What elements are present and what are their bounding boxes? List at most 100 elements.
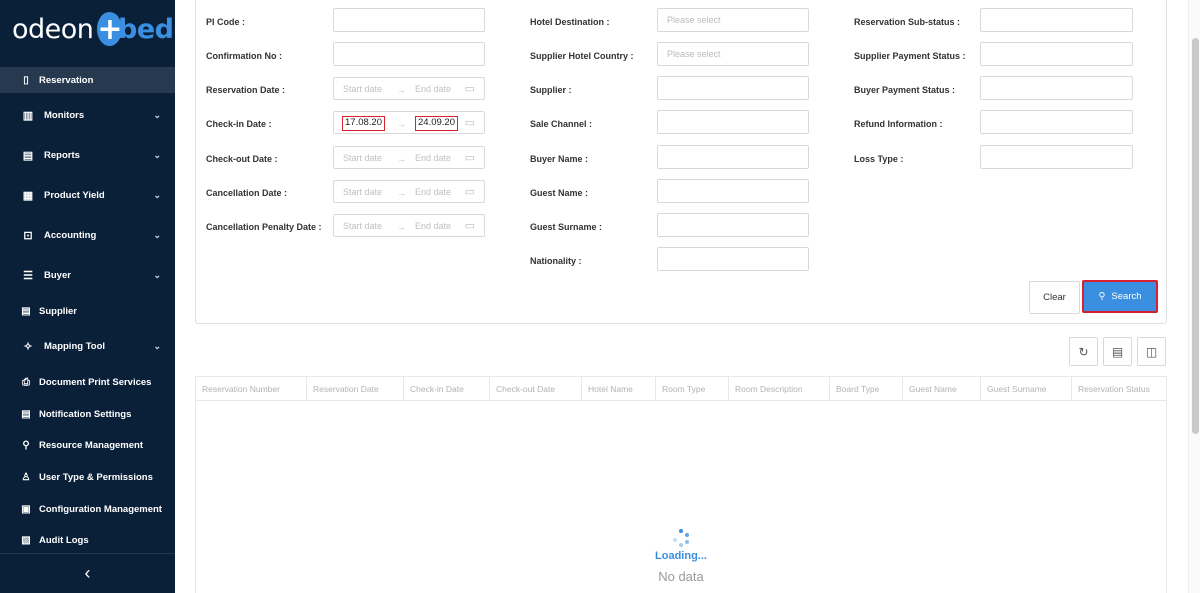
column-header[interactable]: Reservation Number [196, 377, 307, 401]
cancellation-penalty-date-range[interactable]: Start date → End date ▭ [333, 214, 485, 237]
supplier-hotel-country-select[interactable]: Please select [657, 42, 809, 66]
sidebar-item-label: Supplier [39, 305, 78, 317]
column-header[interactable]: Hotel Name [582, 377, 656, 401]
reservation-sub-status-input[interactable] [980, 8, 1133, 32]
chevron-down-icon: ⌄ [153, 109, 161, 120]
buyer-payment-status-label: Buyer Payment Status : [854, 85, 956, 95]
sale-channel-input[interactable] [657, 110, 809, 134]
building-icon: ▤ [21, 305, 31, 317]
column-header[interactable]: Guest Surname [981, 377, 1072, 401]
end-date-placeholder: End date [415, 84, 452, 94]
column-header[interactable]: Reservation Status [1072, 377, 1166, 401]
search-button[interactable]: ⚲ Search [1082, 280, 1158, 313]
nationality-label: Nationality : [530, 256, 582, 266]
confirmation-no-input[interactable] [333, 42, 485, 66]
hotel-destination-select[interactable]: Please select [657, 8, 809, 32]
pin-icon: ✧ [23, 340, 33, 353]
clear-button[interactable]: Clear [1029, 281, 1080, 314]
refund-information-input[interactable] [980, 110, 1133, 134]
report-icon: ▦ [22, 189, 34, 202]
sidebar-item-notification-settings[interactable]: ▤ Notification Settings [0, 401, 175, 427]
check-in-date-range[interactable]: 17.08.20 → 24.09.20 ▭ [333, 111, 485, 134]
cancellation-date-range[interactable]: Start date → End date ▭ [333, 180, 485, 203]
check-out-date-range[interactable]: Start date → End date ▭ [333, 146, 485, 169]
guest-name-input[interactable] [657, 179, 809, 203]
supplier-payment-status-input[interactable] [980, 42, 1133, 66]
sidebar-item-configuration-management[interactable]: ▣ Configuration Management [0, 496, 175, 522]
loading-text: Loading... [655, 550, 707, 562]
pi-code-input[interactable] [333, 8, 485, 32]
check-in-end-value[interactable]: 24.09.20 [415, 116, 458, 131]
page-scrollbar[interactable] [1188, 0, 1200, 593]
chevron-left-icon: ‹ [84, 563, 91, 583]
chevron-down-icon: ⌄ [153, 269, 161, 280]
supplier-label: Supplier : [530, 85, 572, 95]
export-excel-button[interactable]: ▤ [1103, 337, 1132, 366]
sidebar-item-label: Audit Logs [39, 534, 89, 546]
book-icon: ▤ [22, 149, 34, 162]
column-header[interactable]: Reservation Date [307, 377, 404, 401]
sidebar-item-accounting[interactable]: ⊡ Accounting ⌄ [0, 222, 175, 248]
sidebar-item-document-print-services[interactable]: ⎙ Document Print Services [0, 369, 175, 395]
arrow-right-icon: → [397, 119, 406, 129]
sidebar-item-reservation[interactable]: ▯ Reservation [0, 67, 175, 93]
table-header: Reservation Number Reservation Date Chec… [196, 377, 1166, 401]
sidebar-item-label: Reservation [39, 74, 94, 86]
log-icon: ▧ [21, 534, 31, 546]
document-icon: ▯ [23, 74, 29, 86]
sidebar-item-user-type-permissions[interactable]: ♙ User Type & Permissions [0, 464, 175, 490]
cancellation-penalty-date-label: Cancellation Penalty Date : [206, 222, 322, 232]
column-header[interactable]: Board Type [830, 377, 903, 401]
reservation-date-label: Reservation Date : [206, 85, 286, 95]
pi-code-label: PI Code : [206, 17, 246, 27]
sidebar-item-label: Monitors [44, 109, 85, 121]
accounting-icon: ⊡ [23, 229, 33, 242]
guest-surname-input[interactable] [657, 213, 809, 237]
refresh-icon: ↻ [1078, 344, 1089, 359]
sidebar-item-mapping-tool[interactable]: ✧ Mapping Tool ⌄ [0, 333, 175, 359]
reservation-date-range[interactable]: Start date → End date ▭ [333, 77, 485, 100]
refund-information-label: Refund Information : [854, 119, 943, 129]
check-in-start-value[interactable]: 17.08.20 [342, 116, 385, 131]
empty-state-text: No data [658, 569, 704, 584]
supplier-input[interactable] [657, 76, 809, 100]
column-header[interactable]: Room Description [729, 377, 830, 401]
supplier-payment-status-label: Supplier Payment Status : [854, 51, 966, 61]
calendar-icon: ▭ [464, 220, 475, 232]
sidebar-item-label: Notification Settings [39, 408, 132, 420]
chevron-down-icon: ⌄ [153, 229, 161, 240]
sidebar-item-supplier[interactable]: ▤ Supplier [0, 298, 175, 324]
sidebar-item-buyer[interactable]: ☰ Buyer ⌄ [0, 262, 175, 288]
search-icon: ⚲ [1098, 291, 1106, 302]
sidebar-item-resource-management[interactable]: ⚲ Resource Management [0, 432, 175, 458]
start-date-placeholder: Start date [343, 153, 383, 163]
sidebar-item-audit-logs[interactable]: ▧ Audit Logs [0, 527, 175, 553]
sidebar-item-label: Resource Management [39, 439, 144, 451]
loss-type-label: Loss Type : [854, 154, 904, 164]
notification-icon: ▤ [21, 408, 31, 420]
column-header[interactable]: Check-in Date [404, 377, 490, 401]
sidebar-item-label: Mapping Tool [44, 340, 106, 352]
logo-text: odeon [12, 13, 94, 45]
sidebar-item-label: Buyer [44, 269, 71, 281]
column-header[interactable]: Check-out Date [490, 377, 582, 401]
sidebar-item-product-yield[interactable]: ▦ Product Yield ⌄ [0, 182, 175, 208]
column-header[interactable]: Guest Name [903, 377, 981, 401]
refresh-button[interactable]: ↻ [1069, 337, 1098, 366]
check-out-date-label: Check-out Date : [206, 154, 278, 164]
sidebar-item-reports[interactable]: ▤ Reports ⌄ [0, 142, 175, 168]
end-date-placeholder: End date [415, 153, 452, 163]
column-header[interactable]: Room Type [656, 377, 729, 401]
loss-type-input[interactable] [980, 145, 1133, 169]
column-settings-button[interactable]: ◫ [1137, 337, 1166, 366]
nationality-input[interactable] [657, 247, 809, 271]
sidebar-item-label: Document Print Services [39, 376, 152, 388]
user-icon: ♙ [21, 471, 31, 483]
sidebar-item-monitors[interactable]: ▥ Monitors ⌄ [0, 102, 175, 128]
logo[interactable]: odeon + beds [0, 0, 190, 58]
scrollbar-thumb[interactable] [1192, 38, 1199, 434]
collapse-sidebar-button[interactable]: ‹ [0, 553, 175, 593]
buyer-payment-status-input[interactable] [980, 76, 1133, 100]
calendar-icon: ▭ [464, 83, 475, 95]
buyer-name-input[interactable] [657, 145, 809, 169]
